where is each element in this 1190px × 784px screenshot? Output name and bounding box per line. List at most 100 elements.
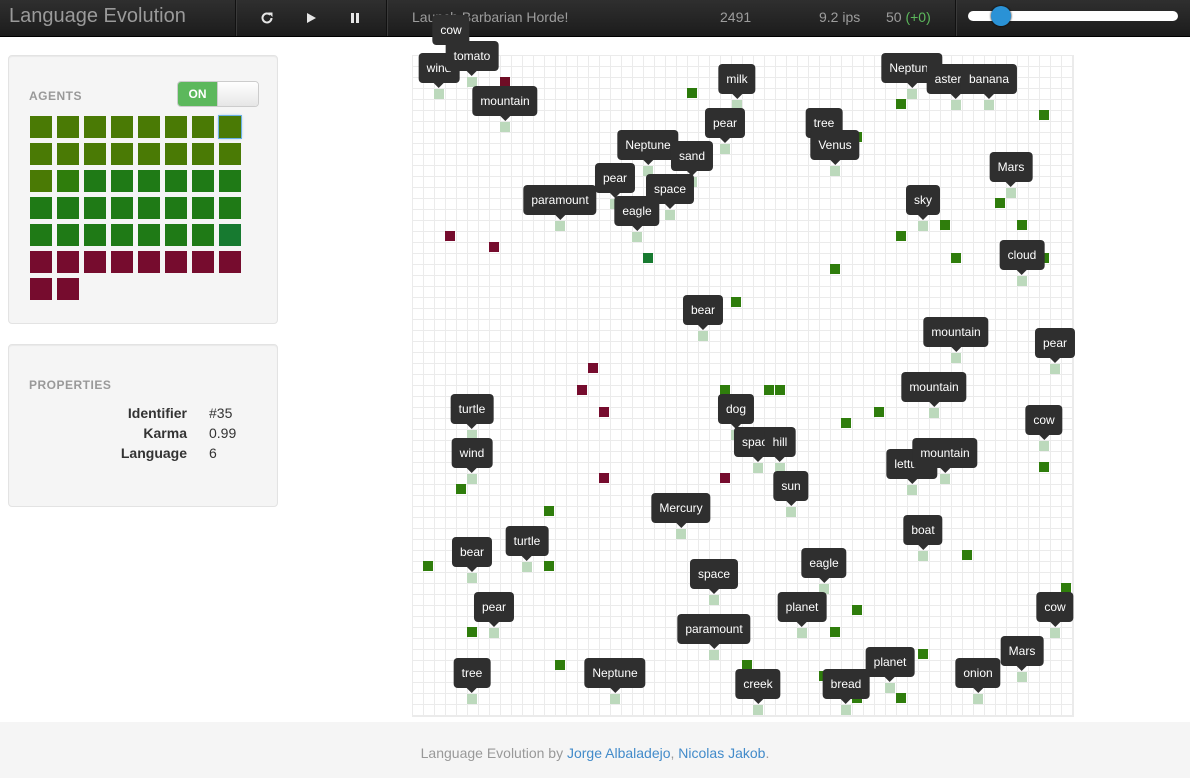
agent-swatch[interactable] xyxy=(192,224,214,246)
agent-swatch[interactable] xyxy=(165,143,187,165)
agent-marker[interactable] xyxy=(467,474,477,484)
agent-marker[interactable] xyxy=(610,694,620,704)
agent-swatch[interactable] xyxy=(192,251,214,273)
agent-marker[interactable] xyxy=(929,408,939,418)
agent-marker[interactable] xyxy=(522,562,532,572)
agent-marker[interactable] xyxy=(951,353,961,363)
agent-swatch[interactable] xyxy=(30,224,52,246)
agent-swatch[interactable] xyxy=(165,224,187,246)
agent-swatch[interactable] xyxy=(84,116,106,138)
agent-swatch[interactable] xyxy=(30,251,52,273)
agent-marker[interactable] xyxy=(1050,364,1060,374)
agent-swatch[interactable] xyxy=(192,197,214,219)
agent-marker[interactable] xyxy=(1017,276,1027,286)
agent-swatch[interactable] xyxy=(30,116,52,138)
agent-marker[interactable] xyxy=(753,463,763,473)
agent-swatch[interactable] xyxy=(30,278,52,300)
agent-swatch[interactable] xyxy=(30,143,52,165)
author-link-nicolas[interactable]: Nicolas Jakob xyxy=(678,745,765,761)
reset-button[interactable] xyxy=(245,0,289,36)
agent-swatch[interactable] xyxy=(57,197,79,219)
agent-swatch[interactable] xyxy=(57,170,79,192)
agent-marker[interactable] xyxy=(786,507,796,517)
agent-swatch[interactable] xyxy=(84,143,106,165)
agent-swatch[interactable] xyxy=(138,251,160,273)
agent-marker[interactable] xyxy=(753,705,763,715)
agent-marker[interactable] xyxy=(918,221,928,231)
agent-swatch[interactable] xyxy=(84,197,106,219)
agent-marker[interactable] xyxy=(841,705,851,715)
agent-marker[interactable] xyxy=(632,232,642,242)
agent-marker[interactable] xyxy=(885,683,895,693)
agent-swatch[interactable] xyxy=(57,224,79,246)
agent-marker[interactable] xyxy=(434,89,444,99)
agent-marker[interactable] xyxy=(830,166,840,176)
agent-swatch[interactable] xyxy=(219,116,241,138)
agent-swatch[interactable] xyxy=(84,251,106,273)
agent-swatch[interactable] xyxy=(192,116,214,138)
agent-swatch[interactable] xyxy=(192,143,214,165)
agent-swatch[interactable] xyxy=(30,170,52,192)
agent-swatch[interactable] xyxy=(165,170,187,192)
agent-swatch[interactable] xyxy=(84,170,106,192)
agent-swatch[interactable] xyxy=(219,251,241,273)
agent-swatch[interactable] xyxy=(111,170,133,192)
agent-marker[interactable] xyxy=(555,221,565,231)
app-title[interactable]: Language Evolution xyxy=(9,5,186,28)
agent-swatch[interactable] xyxy=(219,170,241,192)
agent-swatch[interactable] xyxy=(138,143,160,165)
agent-marker[interactable] xyxy=(951,100,961,110)
agent-marker[interactable] xyxy=(907,485,917,495)
agent-marker[interactable] xyxy=(907,89,917,99)
agent-swatch[interactable] xyxy=(57,116,79,138)
agent-swatch[interactable] xyxy=(84,224,106,246)
speed-slider[interactable] xyxy=(968,6,1178,26)
agent-swatch[interactable] xyxy=(111,143,133,165)
agent-swatch[interactable] xyxy=(30,197,52,219)
slider-handle[interactable] xyxy=(991,6,1011,26)
agent-swatch[interactable] xyxy=(219,143,241,165)
agent-marker[interactable] xyxy=(940,474,950,484)
author-link-jorge[interactable]: Jorge Albaladejo xyxy=(567,745,671,761)
agent-marker[interactable] xyxy=(698,331,708,341)
agent-swatch[interactable] xyxy=(57,251,79,273)
agent-swatch[interactable] xyxy=(138,197,160,219)
agent-swatch[interactable] xyxy=(111,224,133,246)
agent-swatch[interactable] xyxy=(138,116,160,138)
agent-marker[interactable] xyxy=(797,628,807,638)
toggle-on-label[interactable]: ON xyxy=(178,82,217,106)
agent-swatch[interactable] xyxy=(138,170,160,192)
agent-swatch[interactable] xyxy=(219,197,241,219)
agent-marker[interactable] xyxy=(467,573,477,583)
agent-swatch[interactable] xyxy=(192,170,214,192)
agent-swatch[interactable] xyxy=(111,197,133,219)
agent-swatch[interactable] xyxy=(57,278,79,300)
agent-marker[interactable] xyxy=(918,551,928,561)
agent-swatch[interactable] xyxy=(57,143,79,165)
agent-marker[interactable] xyxy=(720,144,730,154)
agent-marker[interactable] xyxy=(1017,672,1027,682)
agent-marker[interactable] xyxy=(1050,628,1060,638)
toggle-handle[interactable] xyxy=(217,82,258,106)
agent-marker[interactable] xyxy=(709,650,719,660)
agent-marker[interactable] xyxy=(709,595,719,605)
agent-marker[interactable] xyxy=(467,694,477,704)
pause-button[interactable] xyxy=(333,0,377,36)
world-grid[interactable]: wind cow tomato mountain milk pear Neptune aste… xyxy=(412,15,1076,717)
agent-swatch[interactable] xyxy=(165,197,187,219)
agent-swatch[interactable] xyxy=(111,251,133,273)
agent-swatch[interactable] xyxy=(219,224,241,246)
agent-marker[interactable] xyxy=(500,122,510,132)
agent-marker[interactable] xyxy=(665,210,675,220)
agents-toggle[interactable]: ON xyxy=(177,81,259,107)
agent-marker[interactable] xyxy=(984,100,994,110)
agent-marker[interactable] xyxy=(1006,188,1016,198)
agent-marker[interactable] xyxy=(676,529,686,539)
agent-marker[interactable] xyxy=(1039,441,1049,451)
agent-marker[interactable] xyxy=(973,694,983,704)
agent-swatch[interactable] xyxy=(111,116,133,138)
play-button[interactable] xyxy=(289,0,333,36)
agent-swatch[interactable] xyxy=(138,224,160,246)
agent-swatch[interactable] xyxy=(165,251,187,273)
agent-swatch[interactable] xyxy=(165,116,187,138)
